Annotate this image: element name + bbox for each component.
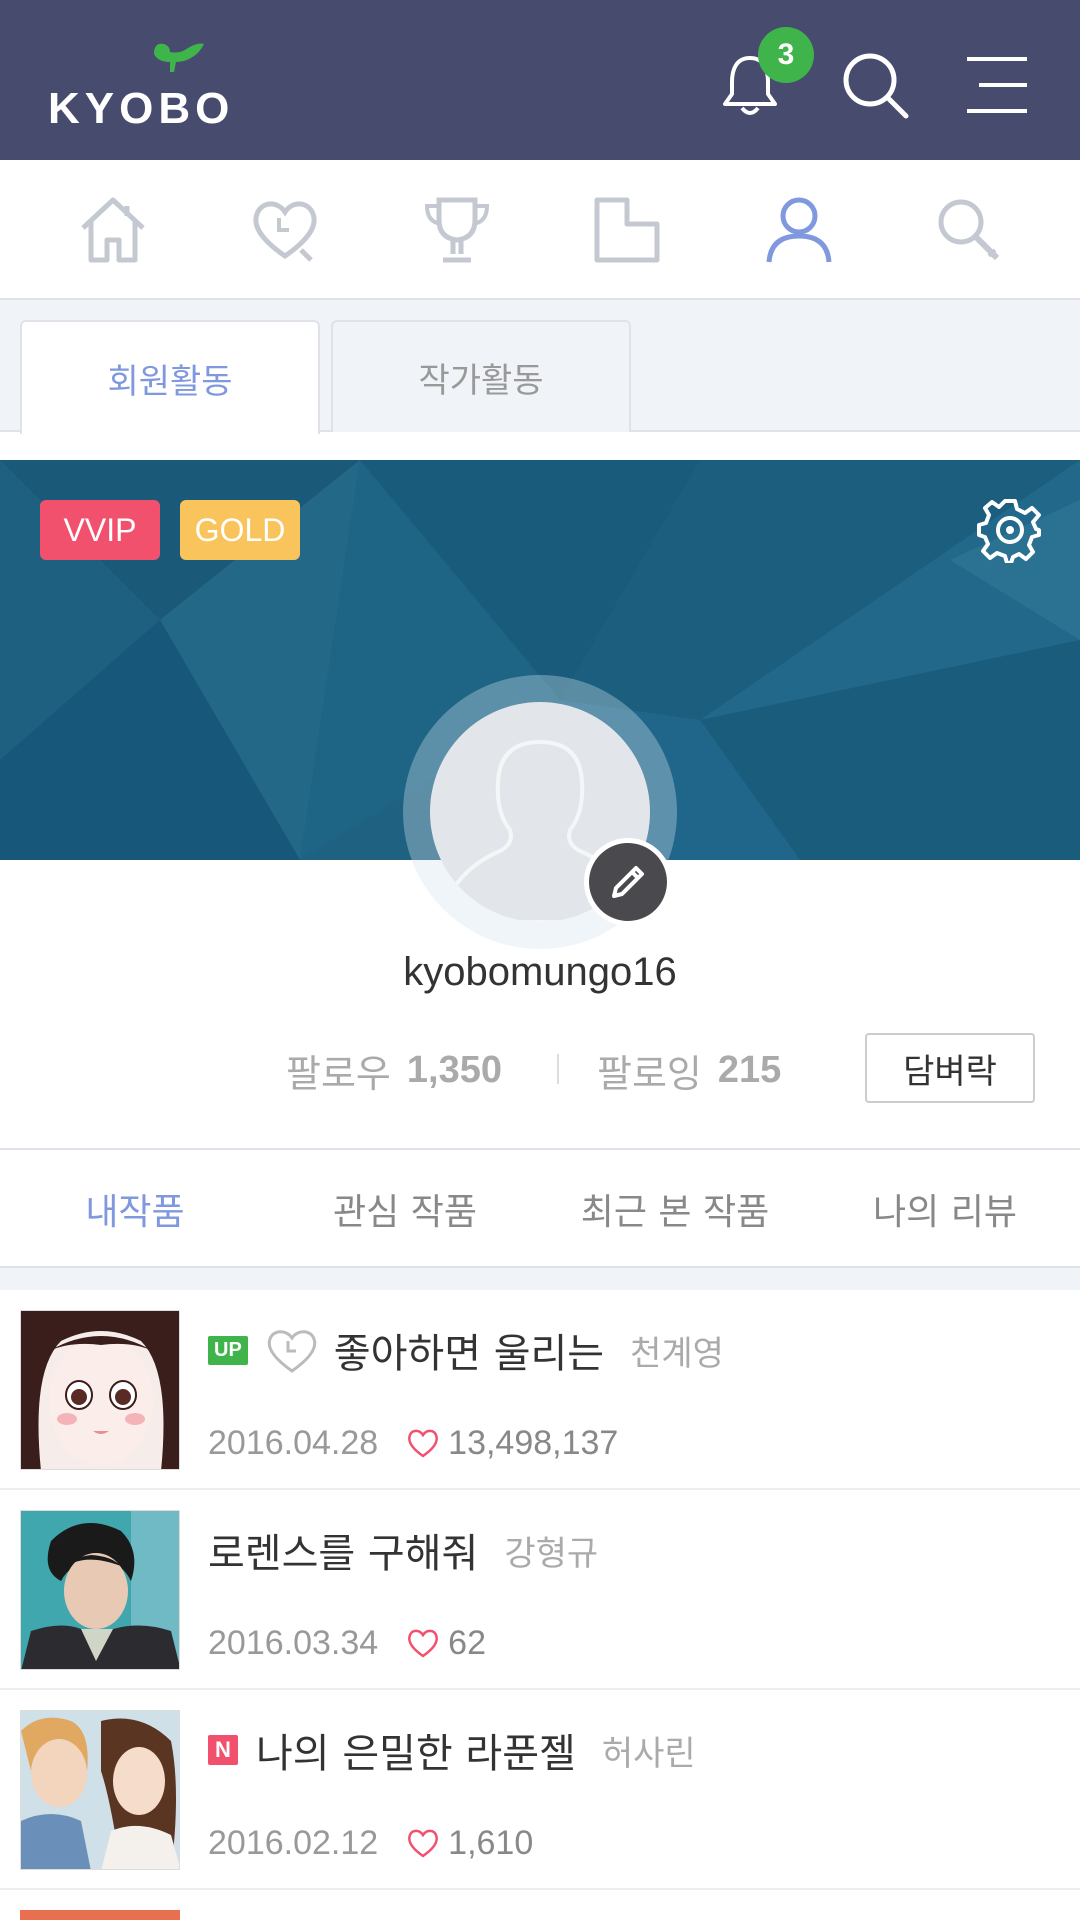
username: kyobomungo16: [403, 950, 677, 994]
gear-icon: [977, 499, 1041, 563]
heart-icon: [408, 1829, 439, 1858]
follower-stat[interactable]: 팔로우 1,350: [286, 1042, 502, 1098]
nav-search[interactable]: [924, 185, 1014, 275]
work-meta: 2016.03.34 62: [208, 1618, 486, 1668]
work-list-item[interactable]: 로렌스를 구해줘 강형규 2016.03.34 62: [0, 1490, 1080, 1690]
following-label: 팔로잉: [597, 1051, 702, 1096]
work-date: 2016.04.28: [208, 1423, 379, 1462]
gold-badge: GOLD: [180, 500, 300, 560]
work-thumbnail-partial: [20, 1910, 180, 1920]
thumbnail-image: [21, 1711, 179, 1869]
work-title-row: N 나의 은밀한 라푼젤 허사린: [208, 1720, 696, 1780]
logo-text: KYOBO: [48, 84, 235, 133]
heart-icon: [408, 1629, 439, 1658]
work-title: 나의 은밀한 라푼젤: [256, 1731, 576, 1777]
tab-recent-works[interactable]: 최근 본 작품: [540, 1150, 810, 1268]
tab-author-activity[interactable]: 작가활동: [331, 320, 631, 432]
work-title: 좋아하면 울리는: [333, 1331, 605, 1377]
notification-count-badge: 3: [758, 27, 814, 83]
work-list-item[interactable]: N 나의 은밀한 라푼젤 허사린 2016.02.12 1,610: [0, 1690, 1080, 1890]
divider-strip: [0, 1268, 1080, 1290]
work-list-item-partial[interactable]: [0, 1890, 1080, 1920]
tab-my-reviews[interactable]: 나의 리뷰: [810, 1150, 1080, 1268]
menu-button[interactable]: [952, 40, 1042, 130]
tab-my-works[interactable]: 내작품: [0, 1150, 270, 1268]
menu-icon: [967, 57, 1027, 113]
nav-my-page[interactable]: [754, 185, 844, 275]
nav-home[interactable]: [68, 185, 158, 275]
user-icon: [766, 197, 832, 263]
tab-member-activity[interactable]: 회원활동: [20, 320, 320, 434]
new-tag: N: [208, 1735, 238, 1765]
stat-divider: [557, 1054, 559, 1084]
work-author: 강형규: [504, 1533, 599, 1574]
header-search-button[interactable]: [830, 40, 920, 130]
tab-interest-works[interactable]: 관심 작품: [270, 1150, 540, 1268]
work-title: 로렌스를 구해줘: [208, 1531, 479, 1577]
pencil-icon: [612, 866, 644, 898]
trophy-icon: [424, 197, 490, 263]
home-icon: [81, 197, 145, 263]
work-meta: 2016.04.28 13,498,137: [208, 1418, 618, 1468]
settings-button[interactable]: [972, 492, 1048, 568]
wall-button[interactable]: 담벼락: [865, 1033, 1035, 1103]
kyobo-logo[interactable]: KYOBO: [48, 40, 229, 133]
work-author: 천계영: [630, 1333, 724, 1374]
nav-stairs[interactable]: [582, 185, 672, 275]
update-tag: UP: [208, 1335, 248, 1365]
work-likes: 13,498,137: [448, 1423, 619, 1462]
heart-clock-icon: [267, 1330, 317, 1373]
thumbnail-image: [21, 1311, 179, 1469]
follower-count: 1,350: [406, 1048, 502, 1091]
vvip-badge: VVIP: [40, 500, 160, 560]
work-date: 2016.03.34: [208, 1623, 379, 1662]
work-likes: 1,610: [448, 1823, 534, 1862]
following-count: 215: [717, 1048, 782, 1091]
stairs-icon: [594, 197, 660, 263]
work-thumbnail[interactable]: [20, 1510, 180, 1670]
icon-navigation: [0, 160, 1080, 300]
work-likes: 62: [448, 1623, 486, 1662]
edit-avatar-button[interactable]: [584, 838, 672, 926]
work-thumbnail[interactable]: [20, 1310, 180, 1470]
nav-ranking[interactable]: [412, 185, 502, 275]
search-icon: [843, 53, 909, 119]
work-title-row: 로렌스를 구해줘 강형규: [208, 1520, 598, 1580]
follower-label: 팔로우: [286, 1051, 391, 1096]
heart-icon: [408, 1429, 439, 1458]
work-thumbnail[interactable]: [20, 1710, 180, 1870]
following-stat[interactable]: 팔로잉 215: [597, 1042, 781, 1098]
work-author: 허사린: [601, 1733, 696, 1774]
work-title-row: UP 좋아하면 울리는 천계영: [208, 1320, 724, 1380]
work-meta: 2016.02.12 1,610: [208, 1818, 533, 1868]
search-icon: [938, 199, 1000, 261]
bird-logo-icon: [154, 43, 204, 72]
content-tabs: 내작품 관심 작품 최근 본 작품 나의 리뷰: [0, 1148, 1080, 1268]
activity-tabs: 회원활동 작가활동: [0, 300, 1080, 434]
work-list-item[interactable]: UP 좋아하면 울리는 천계영 2016.04.28 13,498,137: [0, 1290, 1080, 1490]
nav-favorites[interactable]: [240, 185, 330, 275]
app-header: KYOBO 3: [0, 0, 1080, 160]
heart-clock-icon: [253, 201, 317, 262]
work-date: 2016.02.12: [208, 1823, 379, 1862]
thumbnail-image: [21, 1511, 179, 1669]
